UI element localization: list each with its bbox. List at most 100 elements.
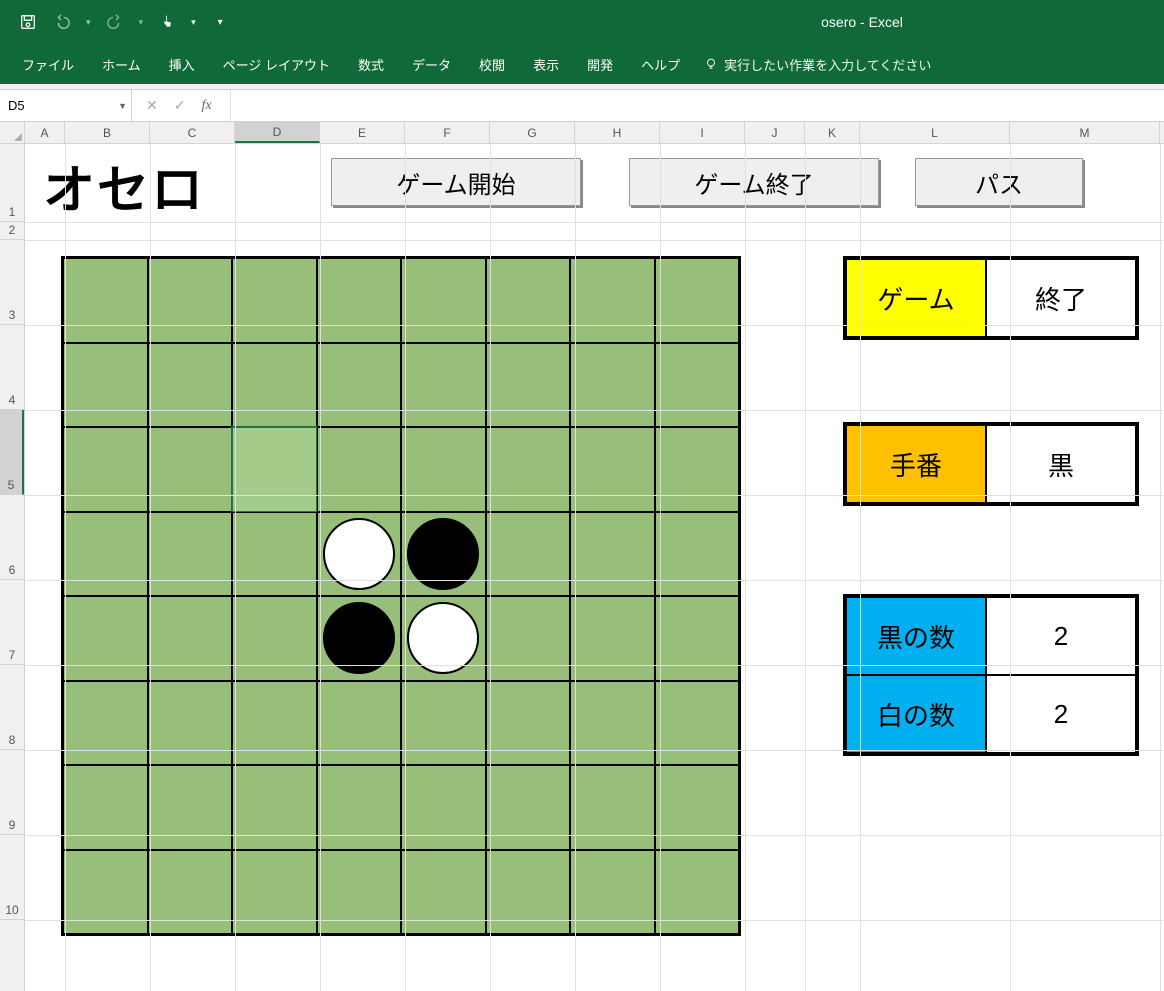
touch-mode-icon[interactable] [157, 12, 177, 32]
board-cell[interactable] [486, 850, 571, 935]
row-header-9[interactable]: 9 [0, 750, 24, 835]
board-cell[interactable] [148, 343, 233, 428]
column-header-C[interactable]: C [150, 122, 235, 143]
board-cell[interactable] [317, 850, 402, 935]
end-game-button[interactable]: ゲーム終了 [629, 158, 879, 206]
board-cell[interactable] [401, 258, 486, 343]
board-cell[interactable] [232, 681, 317, 766]
start-game-button[interactable]: ゲーム開始 [331, 158, 581, 206]
board-cell[interactable] [148, 596, 233, 681]
row-header-1[interactable]: 1 [0, 144, 24, 222]
board-cell[interactable] [486, 258, 571, 343]
board-cell[interactable] [570, 512, 655, 597]
column-header-E[interactable]: E [320, 122, 405, 143]
board-cell[interactable] [401, 343, 486, 428]
board-cell[interactable] [486, 681, 571, 766]
board-cell[interactable] [232, 427, 317, 512]
board-cell[interactable] [486, 427, 571, 512]
board-cell[interactable] [401, 681, 486, 766]
board-cell[interactable] [63, 512, 148, 597]
column-header-D[interactable]: D [235, 122, 320, 143]
column-header-A[interactable]: A [25, 122, 65, 143]
board-cell[interactable] [655, 765, 740, 850]
board-cell[interactable] [570, 681, 655, 766]
board-cell[interactable] [655, 850, 740, 935]
board-cell[interactable] [317, 343, 402, 428]
column-header-M[interactable]: M [1010, 122, 1160, 143]
touch-dropdown-icon[interactable]: ▾ [191, 17, 196, 28]
formula-input[interactable] [231, 90, 1164, 121]
row-header-2[interactable]: 2 [0, 222, 24, 240]
board-cell[interactable] [401, 427, 486, 512]
board-cell[interactable] [486, 343, 571, 428]
tab-insert[interactable]: 挿入 [155, 45, 209, 84]
board-cell[interactable] [401, 765, 486, 850]
board-cell[interactable] [655, 343, 740, 428]
tab-home[interactable]: ホーム [88, 45, 155, 84]
tab-pagelayout[interactable]: ページ レイアウト [209, 45, 344, 84]
board-cell[interactable] [232, 258, 317, 343]
board-cell[interactable] [570, 343, 655, 428]
tab-view[interactable]: 表示 [519, 45, 573, 84]
row-header-3[interactable]: 3 [0, 240, 24, 325]
board-cell[interactable] [486, 765, 571, 850]
tell-me-search[interactable]: 実行したい作業を入力してください [694, 55, 931, 74]
column-header-H[interactable]: H [575, 122, 660, 143]
select-all-corner[interactable] [0, 122, 25, 144]
qat-customize-icon[interactable]: ▾ [210, 17, 223, 28]
row-header-4[interactable]: 4 [0, 325, 24, 410]
board-cell[interactable] [63, 343, 148, 428]
board-cell[interactable] [148, 258, 233, 343]
pass-button[interactable]: パス [915, 158, 1083, 206]
worksheet[interactable]: オセロ ゲーム開始 ゲーム終了 パス ゲーム 終了 手番 黒 黒の [25, 144, 1164, 991]
tab-developer[interactable]: 開発 [573, 45, 627, 84]
board-cell[interactable] [570, 596, 655, 681]
name-box-dropdown-icon[interactable]: ▼ [118, 101, 127, 111]
board-cell[interactable] [148, 427, 233, 512]
board-cell[interactable] [232, 850, 317, 935]
row-header-10[interactable]: 10 [0, 835, 24, 920]
tab-help[interactable]: ヘルプ [627, 45, 694, 84]
board-cell[interactable] [401, 850, 486, 935]
board-cell[interactable] [232, 765, 317, 850]
board-cell[interactable] [317, 765, 402, 850]
board-cell[interactable] [317, 512, 402, 597]
board-cell[interactable] [317, 427, 402, 512]
tab-review[interactable]: 校閲 [465, 45, 519, 84]
row-header-8[interactable]: 8 [0, 665, 24, 750]
name-box[interactable]: D5 ▼ [0, 90, 132, 121]
board-cell[interactable] [63, 596, 148, 681]
board-cell[interactable] [655, 258, 740, 343]
undo-dropdown-icon[interactable]: ▾ [86, 17, 91, 28]
fx-icon[interactable]: fx [201, 98, 215, 114]
board-cell[interactable] [148, 765, 233, 850]
othello-board[interactable] [61, 256, 741, 936]
redo-icon[interactable] [105, 12, 125, 32]
column-header-K[interactable]: K [805, 122, 860, 143]
undo-icon[interactable] [52, 12, 72, 32]
board-cell[interactable] [570, 258, 655, 343]
board-cell[interactable] [570, 850, 655, 935]
cancel-formula-icon[interactable]: ✕ [146, 97, 158, 114]
board-cell[interactable] [148, 850, 233, 935]
column-header-F[interactable]: F [405, 122, 490, 143]
save-icon[interactable] [18, 12, 38, 32]
column-header-I[interactable]: I [660, 122, 745, 143]
column-header-J[interactable]: J [745, 122, 805, 143]
row-header-7[interactable]: 7 [0, 580, 24, 665]
board-cell[interactable] [232, 343, 317, 428]
board-cell[interactable] [486, 512, 571, 597]
board-cell[interactable] [148, 512, 233, 597]
column-header-L[interactable]: L [860, 122, 1010, 143]
column-header-G[interactable]: G [490, 122, 575, 143]
row-header-6[interactable]: 6 [0, 495, 24, 580]
redo-dropdown-icon[interactable]: ▾ [139, 17, 144, 28]
board-cell[interactable] [63, 850, 148, 935]
board-cell[interactable] [655, 512, 740, 597]
board-cell[interactable] [63, 765, 148, 850]
board-cell[interactable] [232, 596, 317, 681]
accept-formula-icon[interactable]: ✓ [174, 97, 186, 114]
board-cell[interactable] [232, 512, 317, 597]
board-cell[interactable] [63, 258, 148, 343]
board-cell[interactable] [401, 596, 486, 681]
